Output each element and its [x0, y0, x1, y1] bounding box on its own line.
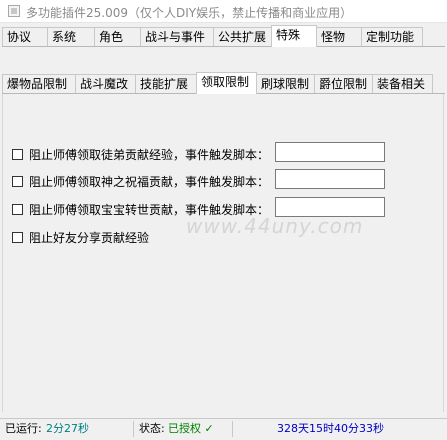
tab-claim-limit[interactable]: 领取限制 — [196, 72, 257, 94]
tab-special[interactable]: 特殊 — [271, 25, 317, 47]
tab-public-extensions[interactable]: 公共扩展 — [213, 27, 272, 46]
blessing-script-input[interactable] — [275, 169, 385, 189]
tab-skill-extension[interactable]: 技能扩展 — [135, 74, 197, 93]
tab-ball-refresh-limit[interactable]: 刷球限制 — [256, 74, 315, 93]
tab-equipment[interactable]: 装备相关 — [372, 74, 433, 93]
option-row: 阻止师傅领取神之祝福贡献，事件触发脚本： — [12, 172, 269, 190]
tab-system[interactable]: 系统 — [47, 27, 95, 46]
option-label: 阻止师傅领取神之祝福贡献，事件触发脚本： — [29, 174, 270, 189]
runtime-value: 2分27秒 — [46, 422, 89, 435]
watermark: www.44uny.com — [186, 214, 364, 238]
status-separator — [232, 421, 233, 437]
tab-monster[interactable]: 怪物 — [316, 27, 362, 46]
tab-battle-events[interactable]: 战斗与事件 — [140, 27, 214, 46]
state-label: 状态: — [139, 422, 165, 435]
claim-limit-panel: 阻止师傅领取徒弟贡献经验，事件触发脚本： 阻止师傅领取神之祝福贡献，事件触发脚本… — [2, 94, 444, 412]
apprentice-exp-script-input[interactable] — [275, 142, 385, 162]
option-row: 阻止好友分享贡献经验 — [12, 228, 149, 246]
tab-protocol[interactable]: 协议 — [2, 27, 48, 46]
title-bar: 多功能插件25.009（仅个人DIY娱乐，禁止传播和商业应用） — [0, 0, 447, 23]
secondary-tab-bar: 爆物品限制 战斗魔改 技能扩展 领取限制 刷球限制 爵位限制 装备相关 — [2, 72, 433, 94]
block-master-blessing-checkbox[interactable] — [12, 175, 23, 187]
tab-custom-functions[interactable]: 定制功能 — [361, 27, 423, 46]
app-icon — [8, 5, 20, 17]
block-master-pet-rebirth-checkbox[interactable] — [12, 203, 23, 215]
option-row: 阻止师傅领取徒弟贡献经验，事件触发脚本： — [12, 145, 269, 163]
status-separator — [133, 421, 134, 437]
runtime-label: 已运行: — [5, 422, 42, 435]
window-title: 多功能插件25.009（仅个人DIY娱乐，禁止传播和商业应用） — [26, 6, 353, 20]
block-friend-share-exp-checkbox[interactable] — [12, 231, 23, 243]
status-bar: 已运行: 2分27秒 状态: 已授权 ✓ 328天15时40分33秒 — [0, 418, 447, 440]
state-value: 已授权 ✓ — [168, 422, 214, 435]
block-master-apprentice-exp-checkbox[interactable] — [12, 148, 23, 160]
tab-drop-item-limit[interactable]: 爆物品限制 — [2, 74, 76, 93]
tab-title-limit[interactable]: 爵位限制 — [314, 74, 373, 93]
primary-tab-bar: 协议 系统 角色 战斗与事件 公共扩展 特殊 怪物 定制功能 — [2, 25, 423, 47]
tab-character[interactable]: 角色 — [94, 27, 141, 46]
tab-battle-mod[interactable]: 战斗魔改 — [75, 74, 136, 93]
option-label: 阻止师傅领取徒弟贡献经验，事件触发脚本： — [29, 147, 270, 162]
primary-tab-divider — [2, 46, 445, 47]
option-label: 阻止好友分享贡献经验 — [29, 230, 150, 245]
remaining-time: 328天15时40分33秒 — [277, 422, 384, 435]
